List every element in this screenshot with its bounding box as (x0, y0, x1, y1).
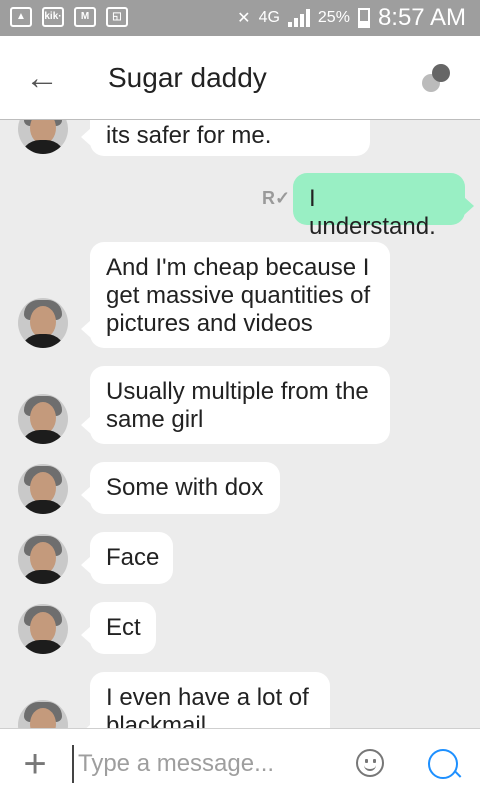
kik-icon: kik· (42, 7, 64, 27)
message-text: I even have a lot of blackmail (106, 684, 309, 728)
network-type: 4G (258, 9, 280, 26)
avatar[interactable] (18, 120, 68, 154)
mute-icon: ✕ (237, 10, 251, 27)
message-text: And I'm cheap because I get massive quan… (106, 254, 371, 337)
avatar[interactable] (18, 534, 68, 584)
system-status: ✕ 4G 25% 8:57 AM (237, 0, 466, 36)
screenshot-icon: ◱ (106, 7, 128, 27)
overflow-dots-icon[interactable] (422, 64, 452, 94)
message-text: Some with dox (106, 474, 264, 501)
message-bubble[interactable]: Face (81, 532, 173, 584)
arrow-left-icon[interactable]: ← (22, 58, 62, 98)
message-bubble[interactable]: its safer for me. (81, 120, 370, 156)
signal-icon (287, 9, 310, 27)
avatar[interactable] (18, 700, 68, 728)
avatar[interactable] (18, 394, 68, 444)
message-text: its safer for me. (106, 122, 272, 149)
message-text: Face (106, 544, 160, 571)
message-bubble[interactable]: Usually multiple from the same girl (81, 366, 390, 444)
battery-percent: 25% (317, 9, 350, 26)
page-title: Sugar daddy (108, 62, 267, 93)
image-icon: ▲ (10, 7, 32, 27)
clock: 8:57 AM (377, 4, 466, 31)
status-bar: ▲ kik· M ◱ ✕ 4G 25% 8:57 AM (0, 0, 480, 36)
battery-icon (357, 8, 370, 28)
message-input[interactable] (72, 745, 350, 783)
message-bubble[interactable]: And I'm cheap because I get massive quan… (81, 242, 390, 348)
message-text: Usually multiple from the same girl (106, 378, 369, 433)
read-receipt-icon: R✓ (262, 188, 291, 208)
message-bubble[interactable]: I even have a lot of blackmail (81, 672, 330, 728)
avatar[interactable] (18, 604, 68, 654)
message-bubble[interactable]: Ect (81, 602, 156, 654)
message-text: Ect (106, 614, 141, 641)
compose-bar: + (0, 728, 480, 800)
plus-icon[interactable]: + (18, 744, 52, 784)
message-bubble-outgoing[interactable]: I understand. (293, 173, 474, 240)
message-bubble[interactable]: Some with dox (81, 462, 280, 514)
message-list[interactable]: its safer for me. R✓ I understand. And I… (0, 120, 480, 728)
smiley-icon[interactable] (356, 749, 384, 777)
gmail-icon: M (74, 7, 96, 27)
chat-header: ← Sugar daddy (0, 36, 480, 120)
avatar[interactable] (18, 298, 68, 348)
message-text: I understand. (309, 185, 436, 240)
notification-icons: ▲ kik· M ◱ (10, 7, 128, 27)
avatar[interactable] (18, 464, 68, 514)
send-icon[interactable] (428, 749, 458, 779)
